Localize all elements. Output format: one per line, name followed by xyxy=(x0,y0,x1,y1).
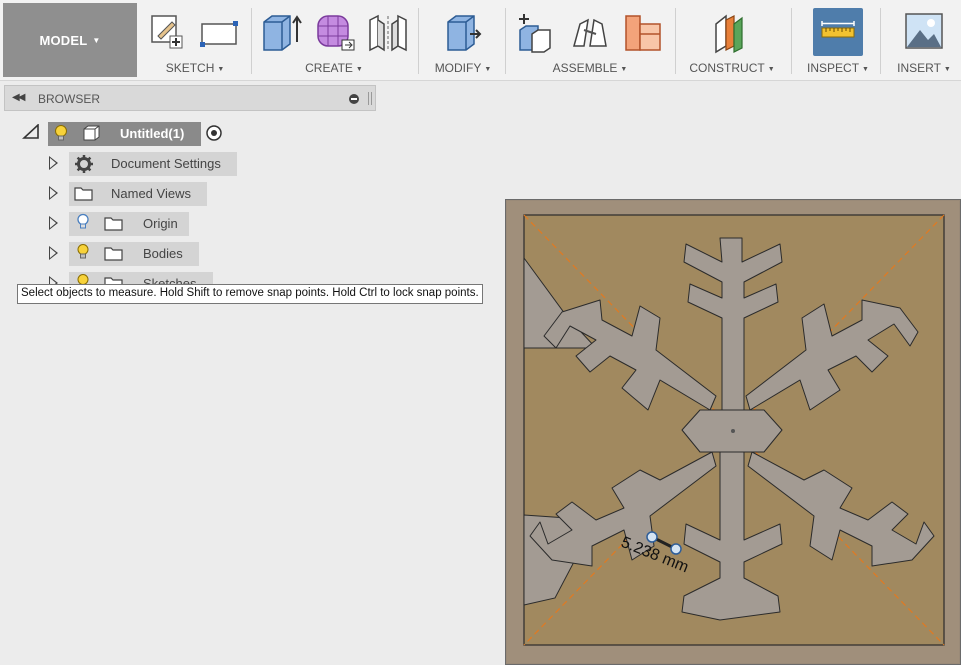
snap-point-start[interactable] xyxy=(646,531,658,543)
create-sketch-icon[interactable] xyxy=(148,10,188,54)
offset-plane-icon[interactable] xyxy=(712,10,752,54)
insert-label: INSERT xyxy=(897,61,941,75)
construct-group: CONSTRUCT ▼ xyxy=(680,0,784,80)
inspect-label: INSPECT xyxy=(807,61,860,75)
folder-icon xyxy=(74,187,93,201)
joint-icon[interactable] xyxy=(568,10,608,54)
modify-group: MODIFY ▼ xyxy=(424,0,502,80)
chevron-down-icon: ▼ xyxy=(484,66,492,73)
browser-header: ◀◀ BROWSER xyxy=(4,85,376,111)
sketch-group: SKETCH ▼ xyxy=(142,0,248,80)
main-toolbar: MODEL ▼ SKETCH ▼ CREATE ▼ MODIFY ▼ ASSEM… xyxy=(0,0,961,81)
toolbar-divider xyxy=(880,8,881,74)
insert-menu[interactable]: INSERT ▼ xyxy=(890,61,958,75)
visibility-bulb-icon[interactable] xyxy=(53,124,69,144)
measure-icon[interactable] xyxy=(813,8,863,56)
item-label: Document Settings xyxy=(111,156,221,171)
press-pull-icon[interactable] xyxy=(442,10,482,54)
toolbar-divider xyxy=(251,8,252,74)
folder-icon xyxy=(104,217,123,231)
model-canvas[interactable]: 5.238 mm xyxy=(505,199,961,665)
new-component-icon[interactable] xyxy=(514,10,554,54)
chevron-down-icon: ▼ xyxy=(943,66,951,73)
workspace-switcher-button[interactable]: MODEL ▼ xyxy=(3,3,137,77)
construct-label: CONSTRUCT xyxy=(689,61,765,75)
visibility-bulb-off-icon[interactable] xyxy=(76,213,90,232)
expand-triangle-icon[interactable] xyxy=(49,156,58,170)
form-icon[interactable] xyxy=(314,10,355,54)
root-component-label: Untitled(1) xyxy=(120,126,185,141)
insert-image-icon[interactable] xyxy=(904,10,944,54)
minimize-icon[interactable] xyxy=(349,94,359,104)
chevron-down-icon: ▼ xyxy=(217,66,225,73)
create-label: CREATE xyxy=(305,61,353,75)
chevron-down-icon: ▼ xyxy=(620,66,628,73)
item-label: Named Views xyxy=(111,186,191,201)
item-label: Origin xyxy=(143,216,178,231)
create-group: CREATE ▼ xyxy=(254,0,414,80)
measure-tooltip: Select objects to measure. Hold Shift to… xyxy=(17,284,483,304)
inspect-menu[interactable]: INSPECT ▼ xyxy=(800,61,876,75)
canvas-viewport[interactable]: 5.238 mm xyxy=(505,199,961,665)
assemble-group: ASSEMBLE ▼ xyxy=(508,0,672,80)
rectangle-icon[interactable] xyxy=(198,10,238,54)
modify-menu[interactable]: MODIFY ▼ xyxy=(424,61,502,75)
construct-menu[interactable]: CONSTRUCT ▼ xyxy=(680,61,784,75)
toolbar-divider xyxy=(791,8,792,74)
workspace-label: MODEL xyxy=(39,32,88,48)
component-icon xyxy=(83,125,100,141)
collapse-browser-icon[interactable]: ◀◀ xyxy=(12,92,25,103)
collapse-triangle-icon[interactable] xyxy=(22,124,40,140)
expand-triangle-icon[interactable] xyxy=(49,246,58,260)
gear-icon xyxy=(75,155,93,173)
visibility-bulb-icon[interactable] xyxy=(76,243,90,262)
extrude-icon[interactable] xyxy=(260,10,302,54)
toolbar-divider xyxy=(675,8,676,74)
assemble-label: ASSEMBLE xyxy=(552,61,618,75)
sketch-menu[interactable]: SKETCH ▼ xyxy=(142,61,248,75)
folder-icon xyxy=(104,247,123,261)
modify-label: MODIFY xyxy=(434,61,482,75)
item-label: Bodies xyxy=(143,246,183,261)
chevron-down-icon: ▼ xyxy=(92,35,101,45)
insert-group: INSERT ▼ xyxy=(890,0,958,80)
rigid-group-icon[interactable] xyxy=(622,10,662,54)
center-point[interactable] xyxy=(731,429,735,433)
mirror-icon[interactable] xyxy=(366,10,407,54)
toolbar-divider xyxy=(505,8,506,74)
create-menu[interactable]: CREATE ▼ xyxy=(254,61,414,75)
assemble-menu[interactable]: ASSEMBLE ▼ xyxy=(508,61,672,75)
chevron-down-icon: ▼ xyxy=(767,66,775,73)
resize-handle[interactable] xyxy=(368,92,372,105)
inspect-group: INSPECT ▼ xyxy=(800,0,876,80)
sketch-label: SKETCH xyxy=(165,61,215,75)
activate-radio-icon[interactable] xyxy=(205,124,223,142)
chevron-down-icon: ▼ xyxy=(355,66,363,73)
expand-triangle-icon[interactable] xyxy=(49,216,58,230)
expand-triangle-icon[interactable] xyxy=(49,186,58,200)
browser-title: BROWSER xyxy=(38,92,101,106)
chevron-down-icon: ▼ xyxy=(862,66,869,73)
toolbar-divider xyxy=(418,8,419,74)
